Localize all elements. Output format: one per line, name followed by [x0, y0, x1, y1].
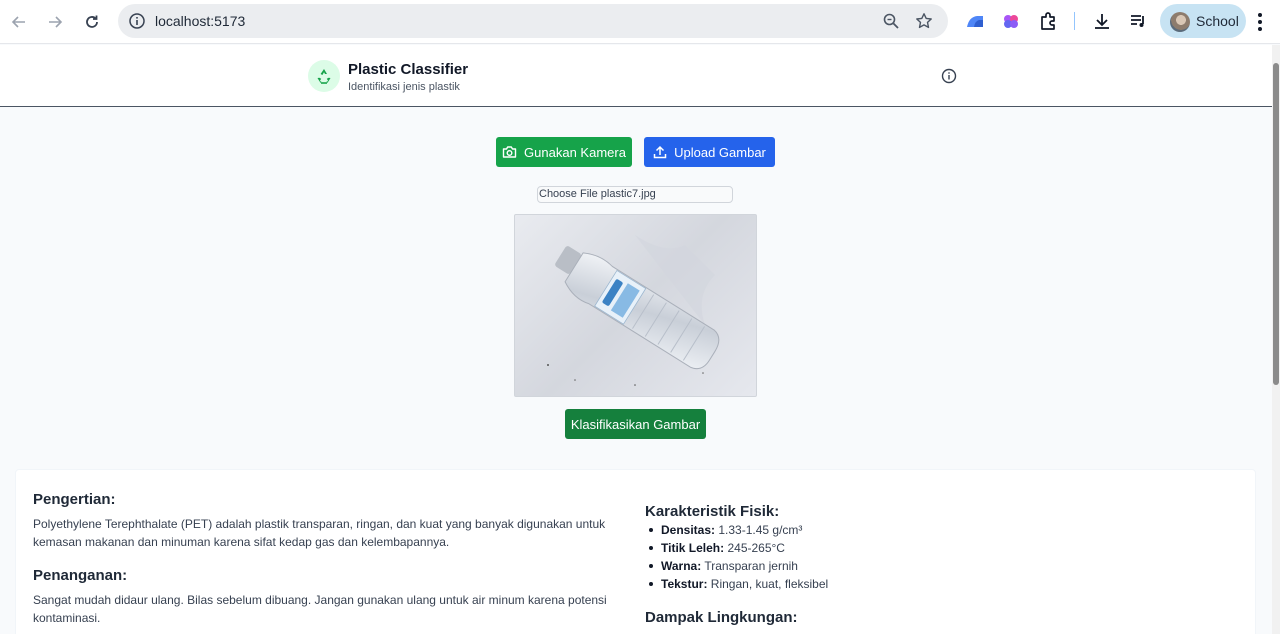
list-item: Warna: Transparan jernih	[645, 557, 828, 575]
extension-cloud-icon[interactable]	[965, 11, 985, 31]
handling-text: Sangat mudah didaur ulang. Bilas sebelum…	[33, 593, 607, 625]
list-item: Tekstur: Ringan, kuat, fleksibel	[645, 575, 828, 593]
upload-button-label: Upload Gambar	[674, 144, 766, 160]
impact-heading: Dampak Lingkungan:	[645, 609, 798, 626]
camera-button-label: Gunakan Kamera	[524, 144, 626, 160]
upload-button[interactable]: Upload Gambar	[644, 137, 775, 167]
file-input[interactable]: Choose File plastic7.jpg	[537, 186, 733, 203]
physical-heading: Karakteristik Fisik:	[645, 503, 780, 520]
list-item: Titik Leleh: 245-265°C	[645, 539, 828, 557]
extension-brain-icon[interactable]	[1001, 11, 1021, 31]
image-preview	[514, 214, 757, 397]
camera-icon	[502, 146, 517, 158]
recycle-logo-icon	[308, 60, 340, 92]
definition-text: Polyethylene Terephthalate (PET) adalah …	[33, 517, 606, 549]
address-bar[interactable]: localhost:5173	[118, 4, 948, 38]
app-title: Plastic Classifier	[348, 61, 469, 78]
app-header: Plastic Classifier Identifikasi jenis pl…	[0, 45, 1278, 107]
classify-button[interactable]: Klasifikasikan Gambar	[565, 409, 706, 439]
reload-icon[interactable]	[80, 10, 104, 34]
page-scrollbar[interactable]	[1272, 45, 1280, 634]
info-icon[interactable]	[941, 68, 957, 84]
extensions-puzzle-icon[interactable]	[1038, 11, 1058, 31]
download-icon[interactable]	[1092, 11, 1112, 31]
upload-icon	[653, 145, 667, 159]
scrollbar-thumb[interactable]	[1273, 63, 1279, 385]
browser-menu-icon[interactable]	[1257, 12, 1263, 32]
classify-button-label: Klasifikasikan Gambar	[570, 416, 701, 432]
profile-chip[interactable]: School	[1160, 4, 1246, 38]
plastic-info-card: Pengertian: Polyethylene Terephthalate (…	[15, 469, 1256, 634]
url-text[interactable]: localhost:5173	[155, 13, 245, 29]
app-subtitle: Identifikasi jenis plastik	[348, 81, 460, 93]
back-arrow-icon[interactable]	[7, 10, 31, 34]
definition-heading: Pengertian:	[33, 491, 116, 508]
avatar	[1170, 12, 1190, 32]
physical-list: Densitas: 1.33-1.45 g/cm³ Titik Leleh: 2…	[645, 521, 828, 593]
browser-toolbar: localhost:5173 School	[0, 0, 1280, 44]
selected-filename: plastic7.jpg	[600, 188, 656, 200]
zoom-icon[interactable]	[882, 12, 900, 30]
media-queue-icon[interactable]	[1128, 11, 1148, 31]
bottle-image	[547, 235, 720, 386]
bookmark-star-icon[interactable]	[915, 12, 933, 30]
choose-file-button[interactable]: Choose File	[539, 188, 598, 200]
camera-button[interactable]: Gunakan Kamera	[496, 137, 632, 167]
toolbar-divider	[1074, 12, 1075, 30]
list-item: Densitas: 1.33-1.45 g/cm³	[645, 521, 828, 539]
handling-heading: Penanganan:	[33, 567, 128, 584]
profile-name: School	[1196, 13, 1239, 29]
site-info-icon[interactable]	[128, 12, 146, 30]
forward-arrow-icon[interactable]	[43, 10, 67, 34]
